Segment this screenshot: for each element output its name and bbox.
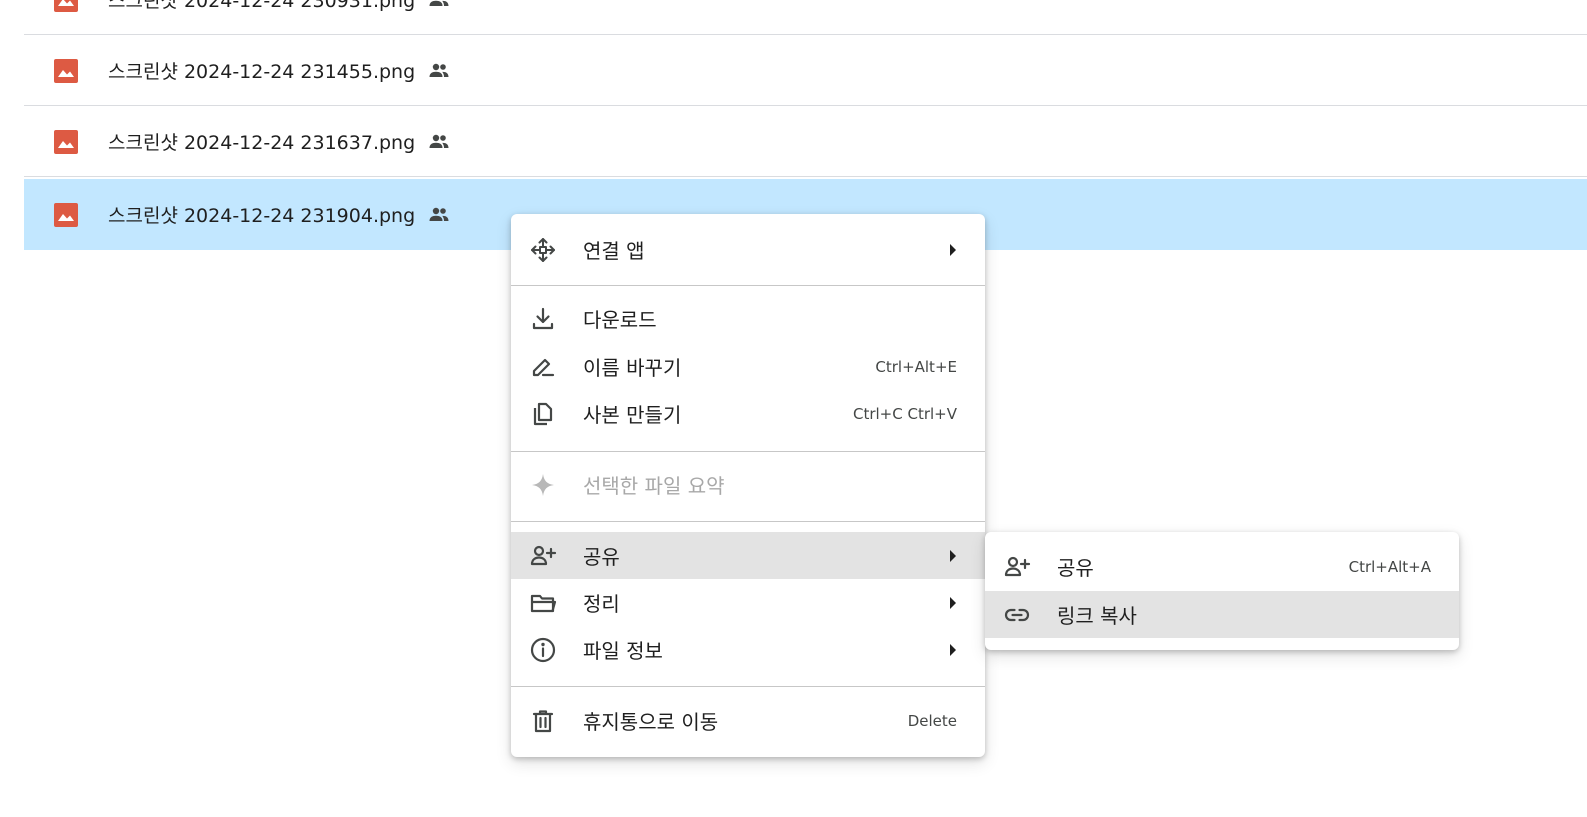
submenu-arrow-icon: [947, 642, 959, 658]
file-name: 스크린샷 2024-12-24 230931.png: [108, 0, 416, 12]
file-name: 스크린샷 2024-12-24 231904.png: [108, 205, 416, 227]
person-add-icon: [529, 542, 557, 570]
menu-item-rename[interactable]: 이름 바꾸기 Ctrl+Alt+E: [511, 343, 985, 390]
file-row[interactable]: 스크린샷 2024-12-24 231637.png: [24, 107, 1587, 177]
file-name: 스크린샷 2024-12-24 231637.png: [108, 132, 416, 154]
folder-open-icon: [529, 589, 557, 617]
share-submenu: 공유 Ctrl+Alt+A 링크 복사: [985, 532, 1459, 650]
menu-item-label: 정리: [583, 592, 620, 616]
rename-icon: [529, 353, 557, 381]
menu-item-download[interactable]: 다운로드: [511, 295, 985, 342]
menu-item-label: 공유: [1057, 556, 1094, 580]
person-add-icon: [1003, 553, 1031, 581]
submenu-arrow-icon: [947, 595, 959, 611]
menu-item-summarize: 선택한 파일 요약: [511, 461, 985, 508]
trash-icon: [529, 707, 557, 735]
shared-people-icon: [427, 203, 451, 227]
menu-item-shortcut: Delete: [907, 711, 957, 730]
menu-item-label: 파일 정보: [583, 639, 663, 663]
file-row[interactable]: 스크린샷 2024-12-24 230931.png: [24, 0, 1587, 35]
menu-item-label: 이름 바꾸기: [583, 356, 682, 380]
menu-item-label: 연결 앱: [583, 239, 645, 263]
menu-divider: [511, 686, 985, 687]
context-menu: 연결 앱 다운로드 이름 바꾸기 Ctrl+Alt+E 사본 만들기 Ctrl+…: [511, 214, 985, 757]
menu-divider: [511, 521, 985, 522]
image-file-icon: [54, 58, 78, 83]
menu-item-shortcut: Ctrl+Alt+E: [875, 357, 957, 376]
menu-item-label: 링크 복사: [1057, 604, 1137, 628]
menu-item-move-to-trash[interactable]: 휴지통으로 이동 Delete: [511, 697, 985, 744]
copy-icon: [529, 400, 557, 428]
menu-item-label: 선택한 파일 요약: [583, 474, 725, 498]
download-icon: [529, 305, 557, 333]
menu-divider: [511, 451, 985, 452]
menu-item-make-copy[interactable]: 사본 만들기 Ctrl+C Ctrl+V: [511, 390, 985, 437]
menu-item-label: 사본 만들기: [583, 403, 682, 427]
submenu-item-share[interactable]: 공유 Ctrl+Alt+A: [985, 543, 1459, 590]
menu-item-share[interactable]: 공유: [511, 532, 985, 579]
image-file-icon: [54, 202, 78, 227]
menu-item-label: 휴지통으로 이동: [583, 710, 719, 734]
menu-divider: [511, 285, 985, 286]
file-name: 스크린샷 2024-12-24 231455.png: [108, 61, 416, 83]
menu-item-label: 다운로드: [583, 308, 657, 332]
menu-item-shortcut: Ctrl+Alt+A: [1348, 557, 1431, 576]
file-row[interactable]: 스크린샷 2024-12-24 231455.png: [24, 36, 1587, 106]
shared-people-icon: [427, 0, 451, 12]
link-icon: [1003, 601, 1031, 629]
submenu-item-copy-link[interactable]: 링크 복사: [985, 591, 1459, 638]
menu-item-shortcut: Ctrl+C Ctrl+V: [852, 404, 957, 423]
menu-item-label: 공유: [583, 545, 620, 569]
menu-item-open-with[interactable]: 연결 앱: [511, 226, 985, 273]
menu-item-file-info[interactable]: 파일 정보: [511, 626, 985, 673]
submenu-arrow-icon: [947, 548, 959, 564]
shared-people-icon: [427, 130, 451, 154]
info-icon: [529, 636, 557, 664]
shared-people-icon: [427, 59, 451, 83]
menu-item-organize[interactable]: 정리: [511, 579, 985, 626]
open-with-icon: [529, 236, 557, 264]
submenu-arrow-icon: [947, 242, 959, 258]
image-file-icon: [54, 0, 78, 12]
sparkle-icon: [529, 471, 557, 499]
image-file-icon: [54, 129, 78, 154]
